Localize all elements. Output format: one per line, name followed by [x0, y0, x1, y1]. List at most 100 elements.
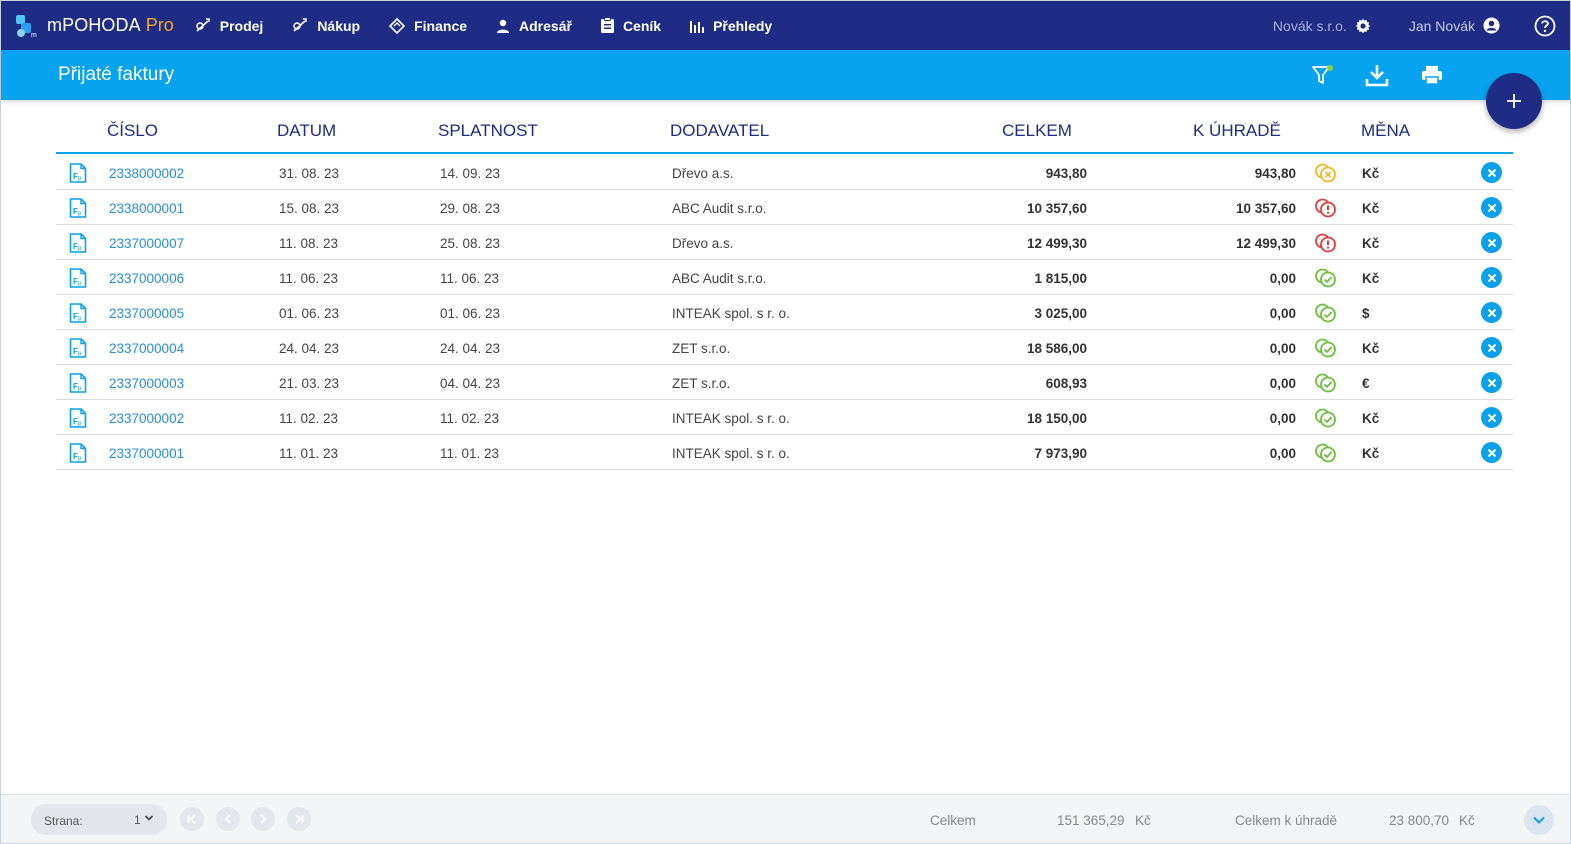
- status-paid-icon: [1315, 268, 1336, 288]
- expand-footer-button[interactable]: [1524, 805, 1554, 835]
- invoice-document-icon[interactable]: Fp: [69, 198, 87, 223]
- nav-item-label: Finance: [414, 17, 468, 34]
- table-row[interactable]: Fp 2337000003 21. 03. 23 04. 04. 23 ZET …: [56, 365, 1513, 400]
- column-header-to-pay[interactable]: K ÚHRADĚ: [1193, 121, 1281, 141]
- download-button[interactable]: [1365, 63, 1389, 92]
- help-button[interactable]: [1534, 15, 1556, 37]
- invoice-currency: $: [1362, 306, 1370, 321]
- column-header-due[interactable]: SPLATNOST: [438, 121, 538, 141]
- invoice-number-link[interactable]: 2337000007: [109, 236, 184, 251]
- close-icon: [1487, 168, 1496, 177]
- close-icon: [1487, 378, 1496, 387]
- invoice-due-date: 11. 06. 23: [440, 271, 500, 286]
- column-header-date[interactable]: DATUM: [277, 121, 336, 141]
- nav-item-adresar[interactable]: Adresář: [495, 1, 572, 50]
- invoice-to-pay: 0,00: [1269, 306, 1296, 321]
- filter-button[interactable]: [1310, 63, 1334, 92]
- table-row[interactable]: Fp 2337000001 11. 01. 23 11. 01. 23 INTE…: [56, 435, 1513, 470]
- invoice-number-link[interactable]: 2338000002: [109, 166, 184, 181]
- delete-invoice-button[interactable]: [1481, 197, 1502, 218]
- app-edition: Pro: [145, 15, 174, 35]
- invoice-supplier: ZET s.r.o.: [672, 376, 731, 391]
- chevron-down-icon: [1533, 816, 1545, 824]
- invoice-number-link[interactable]: 2337000003: [109, 376, 184, 391]
- invoice-document-icon[interactable]: Fp: [69, 233, 87, 258]
- invoice-supplier: ZET s.r.o.: [672, 341, 731, 356]
- page-select-value: 1: [134, 813, 141, 827]
- print-button[interactable]: [1420, 63, 1444, 92]
- close-icon: [1487, 413, 1496, 422]
- invoice-document-icon[interactable]: Fp: [69, 268, 87, 293]
- invoice-number-link[interactable]: 2338000001: [109, 201, 184, 216]
- status-overdue-icon: [1315, 233, 1336, 253]
- column-header-total[interactable]: CELKEM: [1002, 121, 1072, 141]
- payment-status-icon: [1314, 266, 1340, 295]
- delete-invoice-button[interactable]: [1481, 302, 1502, 323]
- last-page-icon: [295, 814, 304, 824]
- logo-icon: m: [15, 14, 39, 39]
- invoice-to-pay: 0,00: [1269, 446, 1296, 461]
- company-switcher[interactable]: Novák s.r.o.: [1273, 18, 1371, 34]
- invoice-supplier: Dřevo a.s.: [672, 166, 734, 181]
- table-row[interactable]: Fp 2338000001 15. 08. 23 29. 08. 23 ABC …: [56, 190, 1513, 225]
- invoice-document-icon[interactable]: Fp: [69, 443, 87, 468]
- app-logo[interactable]: m mPOHODA Pro: [15, 14, 174, 39]
- delete-invoice-button[interactable]: [1481, 372, 1502, 393]
- delete-invoice-button[interactable]: [1481, 232, 1502, 253]
- table-row[interactable]: Fp 2337000006 11. 06. 23 11. 06. 23 ABC …: [56, 260, 1513, 295]
- column-header-supplier[interactable]: DODAVATEL: [670, 121, 769, 141]
- page-select[interactable]: Strana: 1: [31, 804, 167, 835]
- invoice-number-link[interactable]: 2337000006: [109, 271, 184, 286]
- invoice-due-date: 11. 02. 23: [440, 411, 500, 426]
- previous-page-button[interactable]: [216, 807, 240, 831]
- last-page-button[interactable]: [287, 807, 311, 831]
- delete-invoice-button[interactable]: [1481, 442, 1502, 463]
- status-overdue-icon: [1315, 198, 1336, 218]
- first-page-button[interactable]: [180, 807, 204, 831]
- payment-status-icon: [1314, 161, 1340, 190]
- close-icon: [1487, 238, 1496, 247]
- delete-invoice-button[interactable]: [1481, 267, 1502, 288]
- invoice-icon: Fp: [69, 443, 87, 463]
- nav-item-prodej[interactable]: Prodej: [194, 1, 263, 50]
- invoice-number-link[interactable]: 2337000005: [109, 306, 184, 321]
- delete-invoice-button[interactable]: [1481, 337, 1502, 358]
- nav-item-label: Nákup: [317, 17, 361, 34]
- chevron-left-icon: [224, 814, 231, 824]
- invoice-document-icon[interactable]: Fp: [69, 373, 87, 398]
- column-header-currency[interactable]: MĚNA: [1361, 121, 1410, 141]
- nav-item-prehledy[interactable]: Přehledy: [689, 1, 772, 50]
- table-row[interactable]: Fp 2338000002 31. 08. 23 14. 09. 23 Dřev…: [56, 155, 1513, 190]
- invoice-total: 18 586,00: [1026, 341, 1087, 356]
- user-menu[interactable]: Jan Novák: [1409, 17, 1500, 34]
- delete-invoice-button[interactable]: [1481, 162, 1502, 183]
- invoice-icon: Fp: [69, 338, 87, 358]
- total-label: Celkem: [930, 813, 976, 828]
- invoice-total: 608,93: [1045, 376, 1087, 391]
- invoice-supplier: INTEAK spol. s r. o.: [672, 411, 790, 426]
- invoice-number-link[interactable]: 2337000004: [109, 341, 184, 356]
- invoice-supplier: ABC Audit s.r.o.: [672, 201, 767, 216]
- next-page-button[interactable]: [251, 807, 275, 831]
- invoice-number-link[interactable]: 2337000001: [109, 446, 184, 461]
- add-invoice-button[interactable]: [1486, 73, 1542, 129]
- delete-invoice-button[interactable]: [1481, 407, 1502, 428]
- invoice-to-pay: 12 499,30: [1235, 236, 1296, 251]
- app-name: mPOHODA: [47, 15, 141, 35]
- page-select-label: Strana:: [44, 814, 83, 828]
- column-header-number[interactable]: ČÍSLO: [107, 121, 158, 141]
- invoice-document-icon[interactable]: Fp: [69, 408, 87, 433]
- invoice-document-icon[interactable]: Fp: [69, 303, 87, 328]
- table-row[interactable]: Fp 2337000004 24. 04. 23 24. 04. 23 ZET …: [56, 330, 1513, 365]
- invoice-document-icon[interactable]: Fp: [69, 163, 87, 188]
- nav-item-cenik[interactable]: Ceník: [600, 1, 661, 50]
- nav-right: Novák s.r.o. Jan Novák: [1273, 1, 1570, 50]
- invoice-number-link[interactable]: 2337000002: [109, 411, 184, 426]
- table-row[interactable]: Fp 2337000007 11. 08. 23 25. 08. 23 Dřev…: [56, 225, 1513, 260]
- nav-item-nakup[interactable]: Nákup: [291, 1, 360, 50]
- table-row[interactable]: Fp 2337000002 11. 02. 23 11. 02. 23 INTE…: [56, 400, 1513, 435]
- invoice-document-icon[interactable]: Fp: [69, 338, 87, 363]
- table-row[interactable]: Fp 2337000005 01. 06. 23 01. 06. 23 INTE…: [56, 295, 1513, 330]
- invoice-date: 11. 08. 23: [279, 236, 339, 251]
- nav-item-finance[interactable]: Finance: [388, 1, 467, 50]
